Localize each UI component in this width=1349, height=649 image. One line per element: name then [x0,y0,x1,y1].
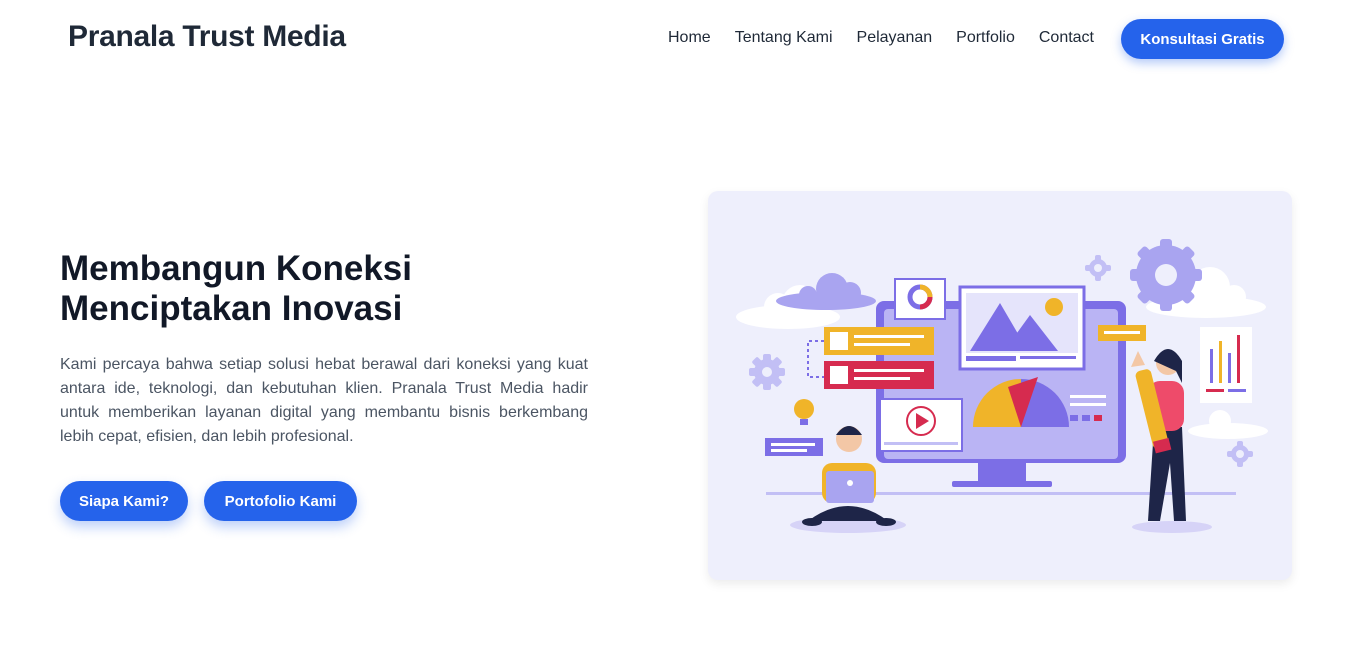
image-frame-icon [958,285,1086,371]
video-player-card [879,398,963,452]
main-nav: Home Tentang Kami Pelayanan Portfolio Co… [668,28,1118,48]
konsultasi-gratis-button[interactable]: Konsultasi Gratis [1121,19,1284,59]
gear-icon-small [1085,255,1111,281]
portofolio-kami-button[interactable]: Portofolio Kami [204,481,357,521]
bar-chart-card [1200,327,1252,403]
brand-logo-text[interactable]: Pranala Trust Media [68,20,346,54]
nav-contact[interactable]: Contact [1039,28,1094,48]
hero-title-line-2: Menciptakan Inovasi [60,289,403,328]
gear-icon-left [749,354,785,390]
nav-pelayanan[interactable]: Pelayanan [857,28,933,48]
connector-line [807,340,824,378]
nav-tentang-kami[interactable]: Tentang Kami [735,28,833,48]
hero-illustration [708,191,1292,580]
profile-card-red [824,361,934,389]
cloud-lower-right [1188,410,1268,439]
site-header: Pranala Trust Media Home Tentang Kami Pe… [0,0,1349,78]
lightbulb-icon [794,399,814,425]
woman-with-pencil [1131,349,1212,533]
nav-portfolio[interactable]: Portfolio [956,28,1015,48]
nav-home[interactable]: Home [668,28,711,48]
hero-description: Kami percaya bahwa setiap solusi hebat b… [60,356,588,445]
siapa-kami-button[interactable]: Siapa Kami? [60,481,188,521]
note-yellow [1098,325,1146,341]
gear-icon-right [1227,441,1253,467]
hero-title-line-1: Membangun Koneksi [60,249,412,288]
note-purple [765,438,823,456]
donut-chart-card [894,278,946,320]
profile-card-yellow [824,327,934,355]
gear-icon-big [1130,239,1202,311]
hero-title: Membangun Koneksi Menciptakan Inovasi [60,249,580,329]
digital-workspace-illustration [736,239,1268,533]
